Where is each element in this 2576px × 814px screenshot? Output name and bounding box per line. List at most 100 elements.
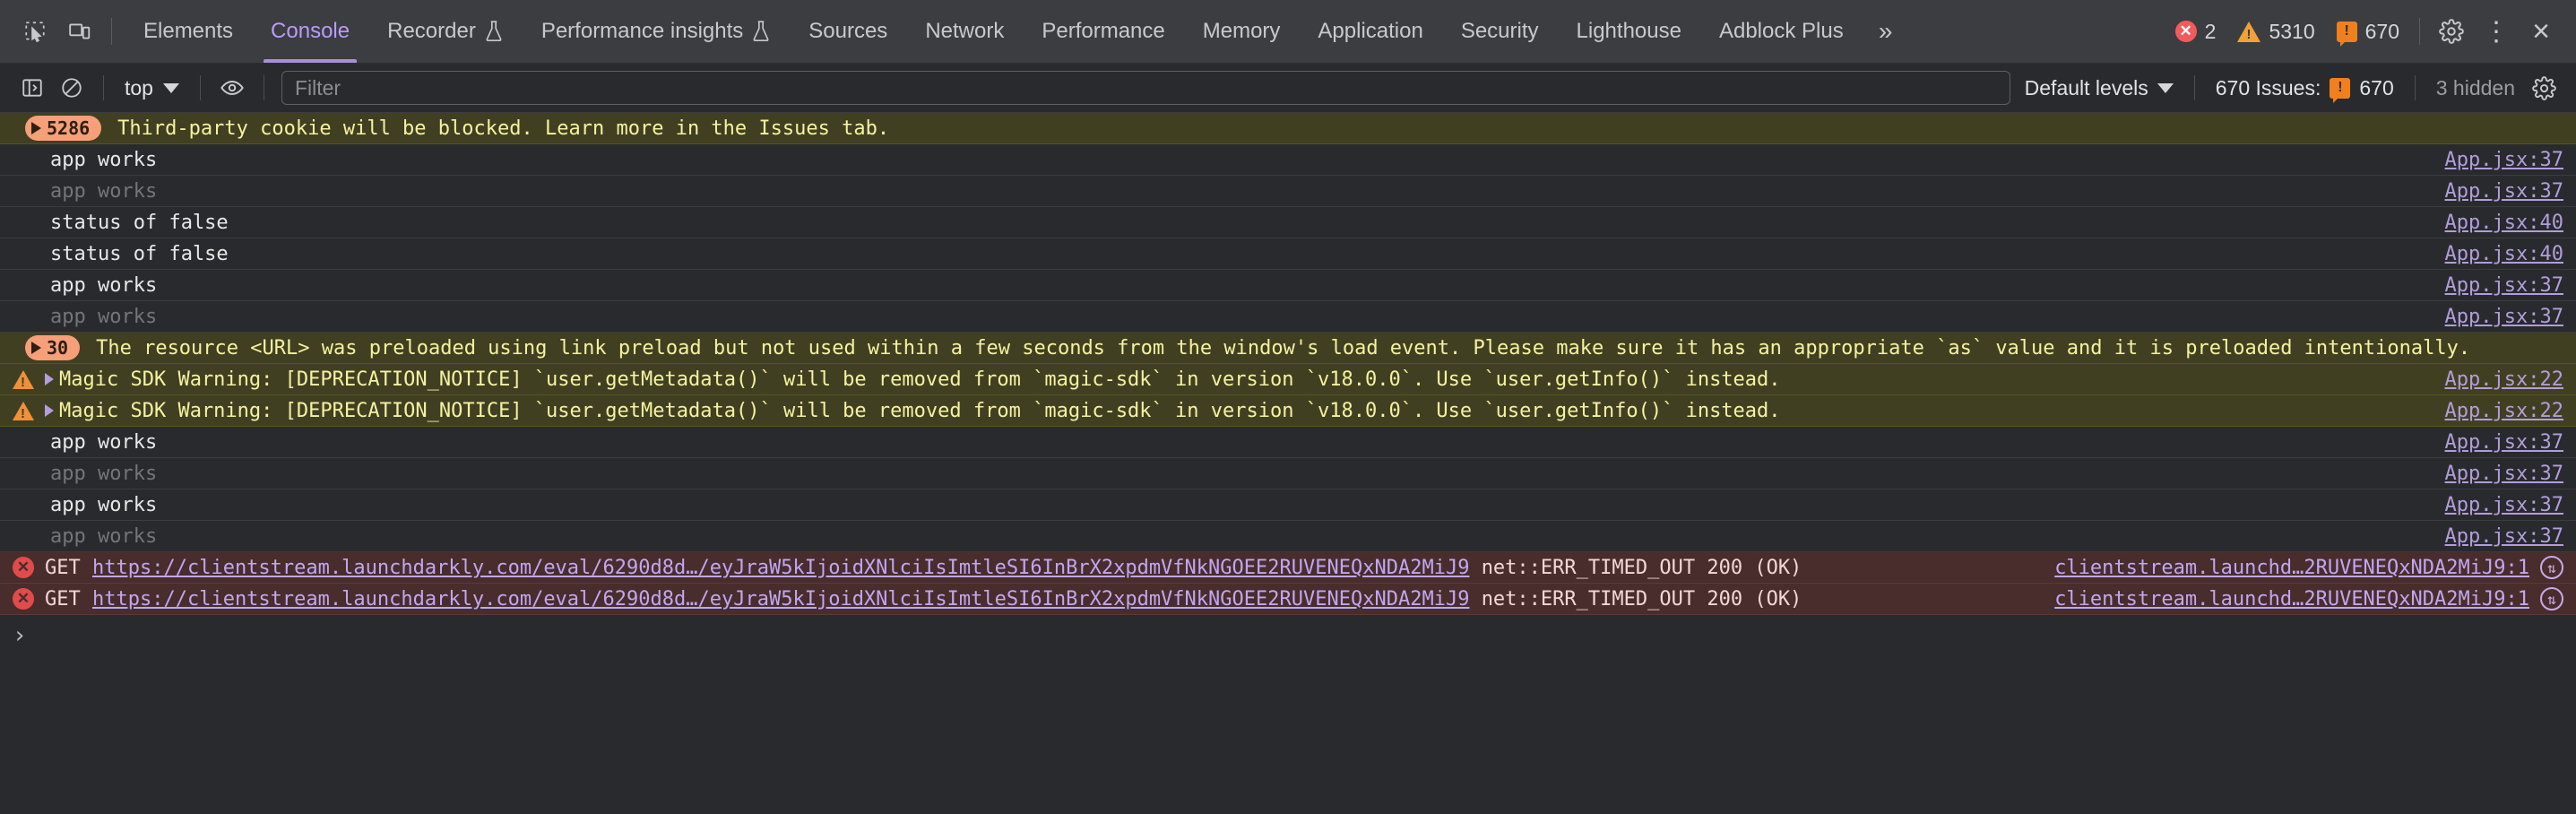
- error-icon: ✕: [2174, 21, 2197, 42]
- warning-icon: [2237, 21, 2261, 42]
- source-location-link[interactable]: App.jsx:37: [2445, 149, 2563, 171]
- console-row-content: Magic SDK Warning: [DEPRECATION_NOTICE] …: [0, 400, 2431, 422]
- live-expression-icon[interactable]: [212, 70, 252, 106]
- tab-elements[interactable]: Elements: [125, 0, 252, 63]
- source-location-link[interactable]: App.jsx:37: [2445, 180, 2563, 203]
- tab-label: Elements: [143, 19, 234, 43]
- log-levels-label: Default levels: [2024, 75, 2148, 100]
- more-tabs-icon[interactable]: »: [1863, 0, 1909, 63]
- error-icon: ✕: [13, 588, 34, 610]
- devtools-tabbar: Elements Console Recorder Performance in…: [0, 0, 2576, 64]
- more-options-icon[interactable]: ⋮: [2474, 9, 2519, 54]
- warning-counter[interactable]: 5310: [2226, 20, 2325, 44]
- tab-application[interactable]: Application: [1299, 0, 1441, 63]
- source-location-link[interactable]: clientstream.launchd…2RUVENEQxNDA2MiJ9:1: [2054, 588, 2529, 610]
- chevron-right-icon: [31, 122, 41, 134]
- console-message-text: app works: [50, 430, 158, 454]
- tab-recorder[interactable]: Recorder: [368, 0, 523, 63]
- error-counter[interactable]: ✕ 2: [2165, 20, 2227, 44]
- console-row[interactable]: Magic SDK Warning: [DEPRECATION_NOTICE] …: [0, 395, 2576, 427]
- filter-divider: [2193, 75, 2195, 100]
- console-row[interactable]: 5286 Third-party cookie will be blocked. …: [0, 113, 2576, 144]
- console-filter-toolbar: top Default levels 670 Issues: ! 670 3 h…: [0, 64, 2576, 113]
- issue-icon: !: [2330, 77, 2351, 103]
- console-row[interactable]: app works App.jsx:37: [0, 270, 2576, 301]
- device-toolbar-icon[interactable]: [57, 9, 102, 54]
- console-sidebar-icon[interactable]: [13, 70, 52, 106]
- console-row[interactable]: app works App.jsx:37: [0, 176, 2576, 207]
- console-row-content: app works: [0, 149, 2431, 171]
- console-message-text: status of false: [50, 242, 229, 265]
- tab-lighthouse[interactable]: Lighthouse: [1558, 0, 1700, 63]
- console-row[interactable]: app works App.jsx:37: [0, 301, 2576, 333]
- source-location-link[interactable]: App.jsx:40: [2445, 243, 2563, 265]
- tab-adblock-plus[interactable]: Adblock Plus: [1700, 0, 1863, 63]
- console-row[interactable]: app works App.jsx:37: [0, 427, 2576, 458]
- tab-memory[interactable]: Memory: [1184, 0, 1300, 63]
- source-location-link[interactable]: App.jsx:37: [2445, 494, 2563, 516]
- source-location-link[interactable]: App.jsx:37: [2445, 274, 2563, 297]
- tab-sources[interactable]: Sources: [790, 0, 906, 63]
- execution-context-selector[interactable]: top: [116, 73, 188, 104]
- request-url-link[interactable]: https://clientstream.launchdarkly.com/ev…: [92, 557, 1469, 579]
- tab-security[interactable]: Security: [1442, 0, 1558, 63]
- network-request-icon[interactable]: ⇅: [2540, 556, 2563, 579]
- chevron-right-icon[interactable]: [45, 373, 54, 385]
- chevron-down-icon: [2157, 82, 2174, 93]
- tab-performance-insights[interactable]: Performance insights: [523, 0, 790, 63]
- console-prompt[interactable]: ›: [0, 615, 2576, 656]
- source-location-link[interactable]: App.jsx:22: [2445, 400, 2563, 422]
- group-count: 5286: [47, 117, 91, 139]
- console-message-text: status of false: [50, 211, 229, 234]
- prompt-chevron-icon: ›: [13, 622, 27, 649]
- issue-counter[interactable]: ! 670: [2326, 20, 2410, 47]
- console-row-content: ✕ GET https://clientstream.launchdarkly.c…: [0, 557, 2040, 579]
- console-row[interactable]: app works App.jsx:37: [0, 458, 2576, 489]
- console-row-content: app works: [0, 463, 2431, 485]
- execution-context-value: top: [125, 75, 153, 100]
- console-message-text: The resource <URL> was preloaded using l…: [96, 336, 2471, 359]
- close-icon[interactable]: ×: [2519, 9, 2563, 54]
- filter-divider: [2414, 75, 2416, 100]
- inspect-element-icon[interactable]: [13, 9, 57, 54]
- console-message-text: app works: [50, 179, 158, 203]
- tab-network[interactable]: Network: [906, 0, 1023, 63]
- source-location-link[interactable]: App.jsx:37: [2445, 431, 2563, 454]
- console-row-content: app works: [0, 180, 2431, 203]
- console-row[interactable]: status of false App.jsx:40: [0, 238, 2576, 270]
- tab-label: Adblock Plus: [1718, 19, 1844, 43]
- console-row[interactable]: 30 The resource <URL> was preloaded using…: [0, 333, 2576, 364]
- source-location-link[interactable]: App.jsx:22: [2445, 368, 2563, 391]
- tab-console[interactable]: Console: [252, 0, 368, 63]
- console-row[interactable]: Magic SDK Warning: [DEPRECATION_NOTICE] …: [0, 364, 2576, 395]
- source-location-link[interactable]: App.jsx:40: [2445, 212, 2563, 234]
- clear-console-icon[interactable]: [52, 70, 91, 106]
- console-message-text: Magic SDK Warning: [DEPRECATION_NOTICE] …: [59, 399, 1781, 422]
- console-row[interactable]: app works App.jsx:37: [0, 489, 2576, 521]
- source-location-link[interactable]: App.jsx:37: [2445, 525, 2563, 548]
- console-row[interactable]: ✕ GET https://clientstream.launchdarkly.c…: [0, 552, 2576, 584]
- console-settings-icon[interactable]: [2524, 70, 2563, 106]
- console-row[interactable]: ✕ GET https://clientstream.launchdarkly.c…: [0, 584, 2576, 615]
- network-request-icon[interactable]: ⇅: [2540, 587, 2563, 610]
- tab-label: Console: [271, 19, 350, 43]
- group-expand-badge[interactable]: 30: [25, 335, 81, 360]
- console-row[interactable]: app works App.jsx:37: [0, 144, 2576, 176]
- source-location-link[interactable]: clientstream.launchd…2RUVENEQxNDA2MiJ9:1: [2054, 557, 2529, 579]
- issues-summary[interactable]: 670 Issues: ! 670: [2207, 76, 2403, 103]
- request-url-link[interactable]: https://clientstream.launchdarkly.com/ev…: [92, 588, 1469, 610]
- console-row-content: app works: [0, 494, 2431, 516]
- tab-performance[interactable]: Performance: [1023, 0, 1183, 63]
- console-row[interactable]: status of false App.jsx:40: [0, 207, 2576, 238]
- group-expand-badge[interactable]: 5286: [25, 116, 102, 141]
- source-location-link[interactable]: App.jsx:37: [2445, 306, 2563, 328]
- source-location-link[interactable]: App.jsx:37: [2445, 463, 2563, 485]
- filter-input[interactable]: [281, 71, 2010, 105]
- gear-icon[interactable]: [2429, 9, 2474, 54]
- request-method: GET: [45, 556, 81, 579]
- experiment-flask-icon: [484, 20, 504, 43]
- console-row[interactable]: app works App.jsx:37: [0, 521, 2576, 552]
- chevron-right-icon[interactable]: [45, 404, 54, 417]
- log-levels-selector[interactable]: Default levels: [2016, 73, 2183, 104]
- console-message-text: app works: [50, 148, 158, 171]
